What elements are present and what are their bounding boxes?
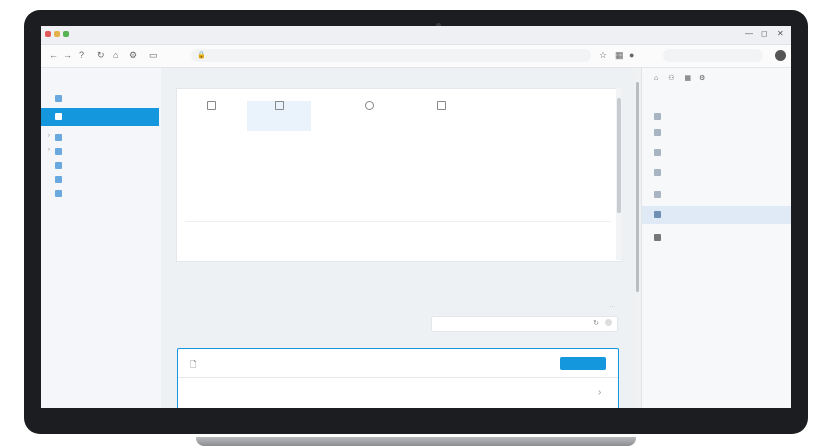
home-icon[interactable]: ⌂ [113,50,118,60]
close-window-icon[interactable] [45,31,51,37]
right-pane-toolbar: ⌂ ⚇ ▦ ⚙ [654,74,705,82]
clear-icon[interactable] [605,319,612,326]
home-icon[interactable]: ⌂ [654,75,658,82]
extensions-icon[interactable]: ▦ [615,50,624,61]
back-icon[interactable]: ← [49,50,58,60]
close-icon[interactable]: ✕ [777,29,784,38]
panel-scrollbar-thumb[interactable] [617,98,621,213]
avatar[interactable] [775,50,786,61]
section2-more-icon[interactable]: ··· [610,304,615,310]
screen: — ◻ ✕ ← → ? ↻ ⌂ ⚙ ▭ 🔒 ☆ ▦ ● › › ··· ↻ 🗋 … [41,26,791,408]
item-icon [654,113,661,120]
tool-icon [274,101,284,110]
grid-icon[interactable]: ▦ [684,75,691,82]
refresh-icon[interactable]: ↻ [97,50,105,61]
folder-icon [55,162,62,169]
restore-icon[interactable]: ◻ [761,29,768,38]
url-field[interactable]: 🔒 [191,49,591,62]
sidebar-item-2-active[interactable] [41,108,159,126]
right-item-2[interactable] [642,124,791,142]
card-header: 🗋 [178,349,618,378]
chevron-right-icon[interactable]: › [48,133,50,139]
tool-1[interactable] [179,101,243,131]
tool-icon [364,101,374,110]
refresh-icon[interactable]: ↻ [593,319,599,327]
item-icon [654,129,661,136]
tool-4[interactable] [409,101,473,131]
settings-panel [176,88,622,262]
sidebar-item-1[interactable] [41,90,159,108]
panel-scrollbar[interactable] [616,88,622,260]
tool-2-selected[interactable] [247,101,311,131]
minimize-icon[interactable]: — [745,29,753,38]
minimize-window-icon[interactable] [54,31,60,37]
tool-3[interactable] [337,101,401,131]
forward-icon[interactable]: → [63,50,72,60]
folder-icon [55,134,62,141]
browser-search-field[interactable] [663,49,763,62]
item-icon [654,211,661,218]
chevron-right-icon[interactable]: › [598,387,601,398]
folder-icon [55,148,62,155]
profile-small-icon[interactable]: ● [629,50,634,60]
tool-icon [436,101,446,110]
right-item-5[interactable] [642,186,791,204]
address-bar-row: ← → ? ↻ ⌂ ⚙ ▭ 🔒 ☆ ▦ ● [41,45,791,68]
folder-icon [55,190,62,197]
breadcrumb [172,74,180,80]
divider [185,221,611,222]
laptop-base [196,437,636,446]
item-icon [654,234,661,241]
settings-row-1 [185,187,605,197]
maximize-window-icon[interactable] [63,31,69,37]
folder-icon [55,176,62,183]
help-icon[interactable]: ? [79,50,84,60]
document-icon: 🗋 [190,360,197,369]
lock-icon: 🔒 [197,52,206,59]
item-icon [654,149,661,156]
main-scrollbar-thumb[interactable] [636,82,639,292]
tool-icon [206,101,216,110]
right-item-6-active[interactable] [642,206,791,224]
bookmark-icon[interactable]: ☆ [599,50,607,61]
highlighted-card: 🗋 › [177,348,619,408]
tab-icon[interactable]: ▭ [149,50,158,61]
main-scrollbar[interactable] [634,68,641,408]
settings-icon[interactable]: ⚙ [699,75,705,82]
card-action-button[interactable] [560,357,606,370]
settings-icon[interactable]: ⚙ [129,50,137,61]
sidebar-item-7[interactable] [41,185,159,203]
settings-row-2 [185,232,605,242]
right-item-4[interactable] [642,164,791,182]
section2-input[interactable]: ↻ [431,316,618,332]
right-item-3[interactable] [642,144,791,162]
item-icon [654,169,661,176]
folder-icon [55,113,62,120]
right-pane: ⌂ ⚇ ▦ ⚙ [641,68,791,408]
item-icon [654,191,661,198]
right-item-7[interactable] [642,229,791,247]
left-sidebar: › › [41,68,161,408]
main-content: ··· ↻ 🗋 › [161,68,641,408]
window-titlebar: — ◻ ✕ [41,26,791,45]
chevron-right-icon[interactable]: › [48,147,50,153]
folder-icon [55,95,62,102]
people-icon[interactable]: ⚇ [668,75,674,82]
